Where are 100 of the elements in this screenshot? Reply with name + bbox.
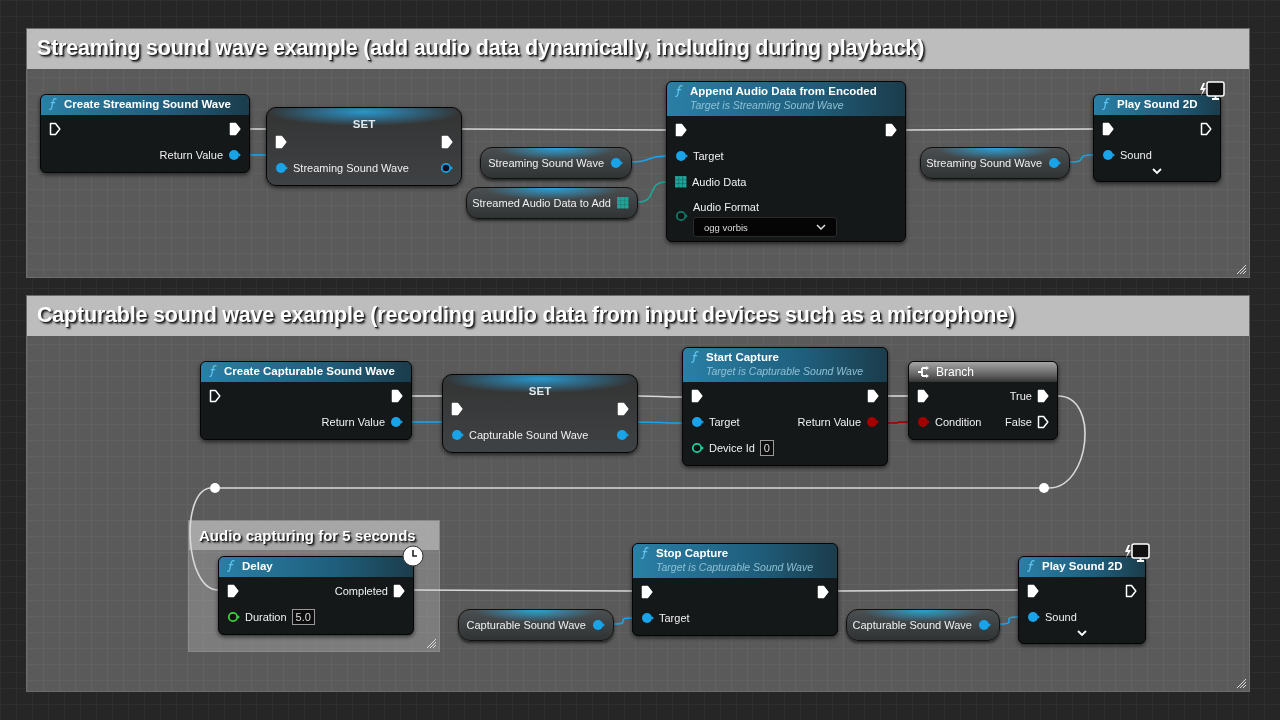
pin-label: False: [1005, 416, 1032, 428]
blueprint-node[interactable]: Branch True Condition False: [908, 361, 1058, 440]
exec-wire: [411, 395, 443, 397]
blueprint-node[interactable]: Play Sound 2D Sound: [1093, 94, 1221, 182]
blueprint-node[interactable]: Create Streaming Sound Wave Return Value: [40, 94, 250, 173]
exec-wire: [249, 128, 267, 130]
blueprint-node[interactable]: Create Capturable Sound Wave Return Value: [200, 361, 412, 440]
exec-pin-icon[interactable]: [917, 389, 929, 403]
pin-label: Return Value: [797, 416, 861, 428]
pin-label: Capturable Sound Wave: [852, 619, 972, 631]
node-title: Delay: [242, 560, 273, 572]
exec-pin-icon[interactable]: [393, 584, 405, 598]
variable-node[interactable]: Streaming Sound Wave: [480, 147, 632, 179]
data-pin-icon[interactable]: [1048, 157, 1061, 169]
exec-pin-icon[interactable]: [391, 389, 403, 403]
exec-pin-icon[interactable]: [451, 402, 463, 416]
function-icon: [641, 547, 649, 559]
data-pin-icon[interactable]: [440, 162, 453, 174]
function-icon: [1027, 560, 1035, 572]
reroute-node[interactable]: [210, 483, 220, 493]
exec-pin-icon[interactable]: [617, 402, 629, 416]
variable-node[interactable]: Streamed Audio Data to Add: [466, 187, 638, 219]
data-wire: [887, 421, 909, 424]
exec-pin-icon[interactable]: [1037, 389, 1049, 403]
blueprint-node[interactable]: Start Capture Target is Capturable Sound Wave Target Return Value Device Id 0: [682, 347, 888, 466]
value-field[interactable]: 0: [759, 440, 774, 456]
exec-pin-icon[interactable]: [1102, 122, 1114, 136]
variable-node[interactable]: Capturable Sound Wave: [846, 609, 1000, 641]
exec-pin-icon[interactable]: [1125, 584, 1137, 598]
blueprint-node[interactable]: SET Streaming Sound Wave: [266, 107, 462, 186]
exec-pin-icon[interactable]: [441, 135, 453, 149]
format-dropdown[interactable]: ogg vorbis: [693, 217, 837, 237]
resize-grip-icon[interactable]: [1236, 264, 1246, 274]
exec-pin-icon[interactable]: [1027, 584, 1039, 598]
exec-pin-icon[interactable]: [817, 585, 829, 599]
function-icon: [675, 85, 683, 97]
variable-node[interactable]: Streaming Sound Wave: [920, 147, 1070, 179]
data-pin-icon[interactable]: [641, 612, 654, 624]
exec-pin-icon[interactable]: [867, 389, 879, 403]
branch-icon: [917, 366, 931, 378]
chevron-down-icon: [816, 224, 826, 230]
exec-pin-icon[interactable]: [885, 123, 897, 137]
resize-grip-icon[interactable]: [1236, 678, 1246, 688]
array-pin-icon[interactable]: [675, 176, 687, 188]
data-pin-icon[interactable]: [1102, 149, 1115, 161]
data-pin-icon[interactable]: [228, 149, 241, 161]
variable-node[interactable]: Capturable Sound Wave: [458, 609, 614, 641]
exec-wire: [637, 395, 683, 398]
data-wire: [637, 181, 667, 203]
pin-label: Sound: [1120, 149, 1152, 161]
pin-label: Capturable Sound Wave: [469, 429, 589, 441]
reroute-node[interactable]: [1039, 483, 1049, 493]
node-title: Play Sound 2D: [1042, 560, 1123, 572]
chevron-down-icon[interactable]: [1152, 168, 1162, 175]
exec-pin-icon[interactable]: [1200, 122, 1212, 136]
data-pin-icon[interactable]: [978, 619, 991, 631]
resize-grip-icon[interactable]: [426, 638, 436, 648]
node-title: Stop Capture: [656, 547, 729, 559]
pin-label: Streaming Sound Wave: [293, 162, 409, 174]
data-pin-icon[interactable]: [227, 611, 240, 623]
blueprint-node[interactable]: Stop Capture Target is Capturable Sound Wave Target: [632, 543, 838, 636]
chevron-down-icon[interactable]: [1077, 630, 1087, 637]
data-wire: [631, 155, 667, 163]
exec-pin-icon[interactable]: [641, 585, 653, 599]
exec-pin-icon[interactable]: [675, 123, 687, 137]
value-field[interactable]: 5.0: [291, 609, 315, 625]
blueprint-node[interactable]: Append Audio Data from Encoded Target is Streaming Sound Wave Target Audio Data Audio Format ogg vorbis: [666, 81, 906, 242]
pin-label: Streaming Sound Wave: [488, 157, 604, 169]
function-icon: [209, 365, 217, 377]
data-wire: [411, 421, 443, 423]
pin-label: Capturable Sound Wave: [466, 619, 586, 631]
exec-pin-icon[interactable]: [229, 122, 241, 136]
pin-label: Audio Format: [693, 201, 761, 213]
exec-pin-icon[interactable]: [227, 584, 239, 598]
exec-pin-icon[interactable]: [275, 135, 287, 149]
data-pin-icon[interactable]: [1027, 611, 1040, 623]
exec-wire: [887, 395, 909, 397]
pin-label: Audio Data: [692, 176, 747, 188]
pin-label: Device Id: [709, 442, 755, 454]
data-pin-icon[interactable]: [675, 150, 688, 162]
node-subtitle: Target is Streaming Sound Wave: [689, 99, 845, 111]
exec-pin-icon[interactable]: [1037, 415, 1049, 429]
exec-pin-icon[interactable]: [49, 122, 61, 136]
data-pin-icon[interactable]: [610, 157, 623, 169]
pin-label: Target: [659, 612, 690, 624]
comment-title: Audio capturing for 5 seconds: [189, 521, 439, 550]
pin-label: Streaming Sound Wave: [926, 157, 1042, 169]
data-pin-icon[interactable]: [390, 416, 403, 428]
node-subtitle: Target is Capturable Sound Wave: [705, 365, 864, 377]
data-pin-icon[interactable]: [592, 619, 605, 631]
data-pin-icon[interactable]: [691, 416, 704, 428]
exec-pin-icon[interactable]: [209, 389, 221, 403]
exec-pin-icon[interactable]: [691, 389, 703, 403]
pin-label: Return Value: [321, 416, 385, 428]
function-icon: [1102, 98, 1110, 110]
blueprint-node[interactable]: Delay Completed Duration 5.0: [218, 556, 414, 635]
blueprint-node[interactable]: Play Sound 2D Sound: [1018, 556, 1146, 644]
comment-title: Capturable sound wave example (recording audio data from input devices such as a microphone): [27, 296, 1249, 336]
blueprint-node[interactable]: SET Capturable Sound Wave: [442, 374, 638, 453]
data-pin-icon[interactable]: [691, 442, 704, 454]
